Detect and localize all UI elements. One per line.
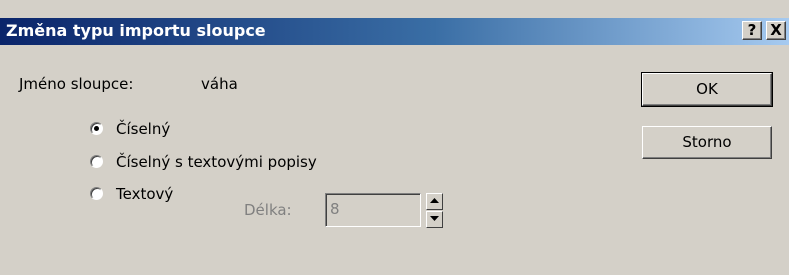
radio-numeric-with-text-labels-label: Číselný s textovými popisy [116,153,317,171]
length-label: Délka: [244,201,292,219]
radio-button-icon[interactable] [90,155,103,168]
length-input[interactable]: 8 [325,193,421,227]
radio-selected-dot [94,126,99,131]
help-button[interactable]: ? [742,21,762,40]
radio-text-label: Textový [116,185,174,203]
arrow-up-icon [430,198,439,203]
window-title: Změna typu importu sloupce [6,21,266,40]
length-spin-up-button[interactable] [426,193,443,210]
close-button[interactable]: X [766,21,786,40]
radio-button-icon[interactable] [90,122,103,135]
dialog-window: Změna typu importu sloupce ? X Jméno slo… [0,0,789,275]
radio-numeric-with-text-labels[interactable]: Číselný s textovými popisy [90,153,420,173]
radio-numeric-label: Číselný [116,120,171,138]
radio-numeric[interactable]: Číselný [90,120,390,140]
title-bar[interactable]: Změna typu importu sloupce ? X [0,18,789,45]
radio-text[interactable]: Textový [90,185,230,205]
cancel-button[interactable]: Storno [642,126,772,159]
ok-button[interactable]: OK [641,72,773,107]
column-name-value: váha [201,75,238,93]
radio-button-icon[interactable] [90,187,103,200]
arrow-down-icon [430,216,439,221]
column-name-label: Jméno sloupce: [19,75,134,93]
length-spin-down-button[interactable] [426,211,443,228]
